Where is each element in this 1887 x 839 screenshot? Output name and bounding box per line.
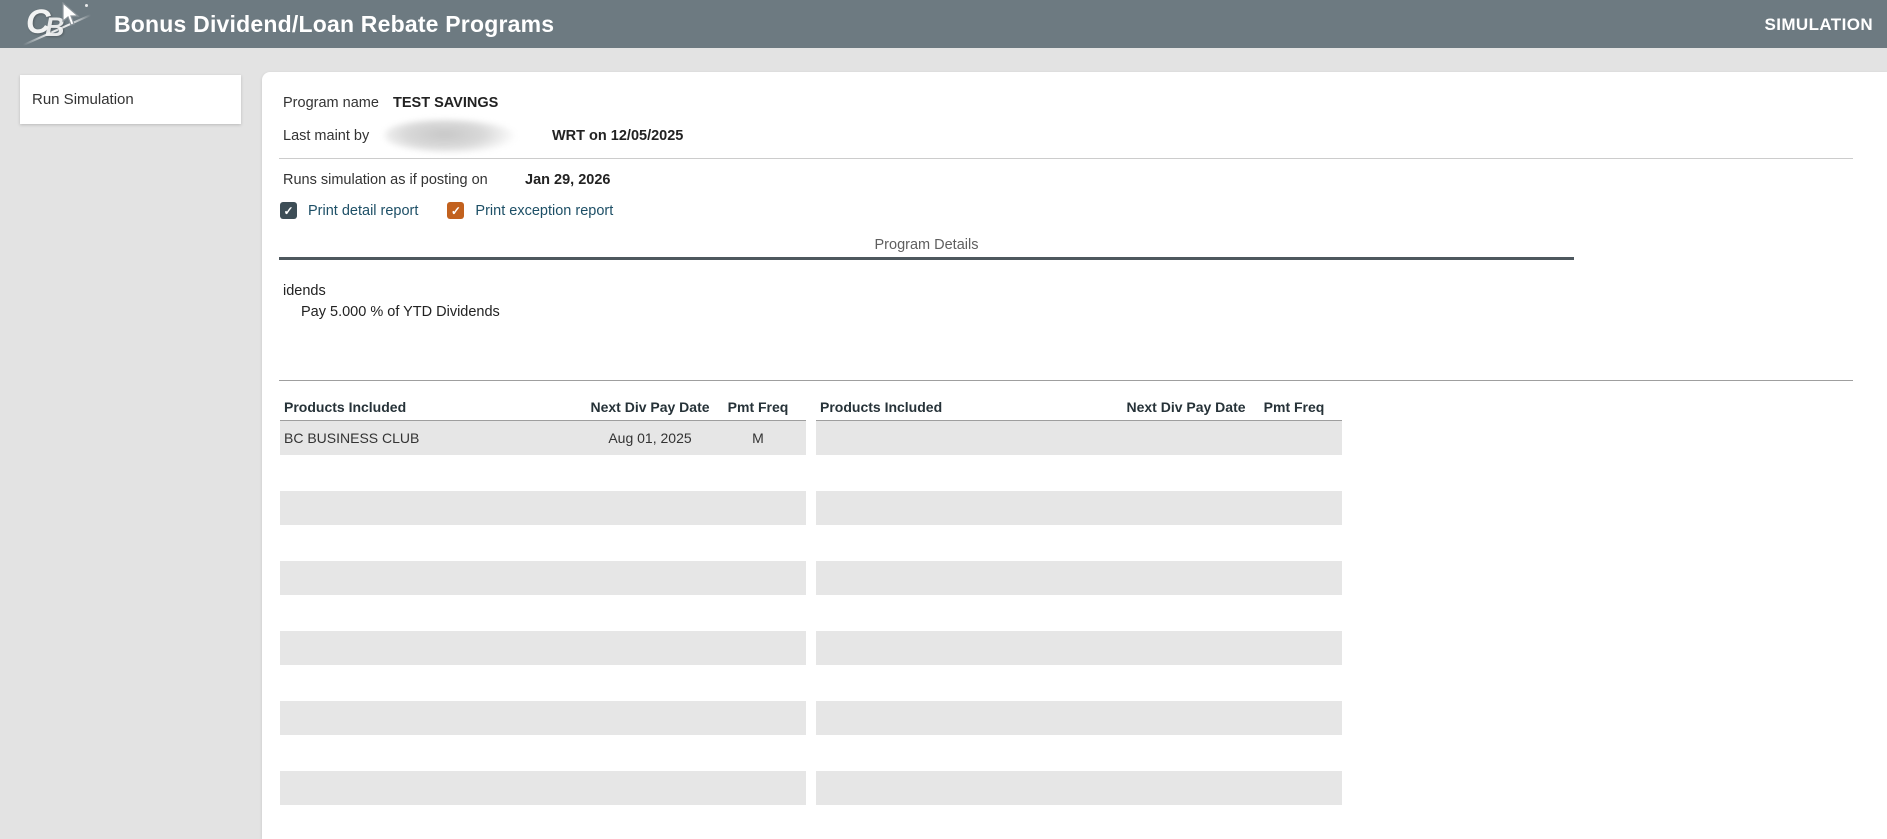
redacted-user-name	[385, 120, 517, 152]
products-table-right: Products Included Next Div Pay Date Pmt …	[816, 399, 1342, 805]
print-exception-report-checkbox[interactable]	[447, 202, 464, 219]
table-body: BC BUSINESS CLUB Aug 01, 2025 M	[280, 420, 806, 805]
app-header: C B Bonus Dividend/Loan Rebate Programs …	[0, 0, 1887, 48]
simulation-mode-badge: SIMULATION	[1764, 0, 1873, 50]
program-description-line1: idends	[283, 283, 326, 299]
program-details-section-title: Program Details	[279, 237, 1574, 253]
program-name-value: TEST SAVINGS	[393, 95, 498, 111]
table-row[interactable]	[816, 561, 1342, 595]
table-row[interactable]	[280, 631, 806, 665]
table-row[interactable]	[816, 491, 1342, 525]
sidebar-item-run-simulation[interactable]: Run Simulation	[20, 75, 241, 124]
table-row[interactable]	[816, 701, 1342, 735]
table-body	[816, 420, 1342, 805]
table-row[interactable]	[280, 771, 806, 805]
print-detail-report-checkbox[interactable]	[280, 202, 297, 219]
divider	[279, 380, 1853, 381]
mouse-cursor-icon	[60, 2, 84, 28]
column-header-next-div-pay-date: Next Div Pay Date	[590, 399, 710, 415]
page-title: Bonus Dividend/Loan Rebate Programs	[114, 0, 554, 48]
column-header-products-included: Products Included	[816, 399, 1126, 415]
last-maint-value: WRT on 12/05/2025	[552, 128, 683, 144]
table-row[interactable]	[280, 491, 806, 525]
column-header-next-div-pay-date: Next Div Pay Date	[1126, 399, 1246, 415]
cell-next-div-pay-date: Aug 01, 2025	[590, 430, 710, 446]
cell-product: BC BUSINESS CLUB	[280, 430, 590, 446]
table-row[interactable]	[816, 631, 1342, 665]
run-simulation-label: Run Simulation	[32, 91, 134, 108]
program-description-line2: Pay 5.000 % of YTD Dividends	[301, 304, 500, 320]
column-header-pmt-freq: Pmt Freq	[710, 399, 806, 415]
products-tables: Products Included Next Div Pay Date Pmt …	[280, 399, 1352, 805]
table-row[interactable]	[816, 771, 1342, 805]
table-row[interactable]	[816, 421, 1342, 455]
products-table-left: Products Included Next Div Pay Date Pmt …	[280, 399, 806, 805]
table-row[interactable]	[280, 561, 806, 595]
print-exception-report-label: Print exception report	[475, 203, 613, 219]
program-name-label: Program name	[283, 95, 393, 111]
last-maint-label: Last maint by	[283, 128, 385, 144]
cell-pmt-freq: M	[710, 430, 806, 446]
column-header-pmt-freq: Pmt Freq	[1246, 399, 1342, 415]
table-header-row: Products Included Next Div Pay Date Pmt …	[816, 399, 1342, 420]
column-header-products-included: Products Included	[280, 399, 590, 415]
table-header-row: Products Included Next Div Pay Date Pmt …	[280, 399, 806, 420]
posting-date-label: Runs simulation as if posting on	[283, 172, 525, 188]
table-row[interactable]	[280, 701, 806, 735]
posting-date-value: Jan 29, 2026	[525, 172, 610, 188]
print-detail-report-label: Print detail report	[308, 203, 418, 219]
divider	[279, 158, 1853, 159]
section-divider	[279, 257, 1574, 260]
main-content-card: Program name TEST SAVINGS Last maint by …	[262, 72, 1887, 839]
table-row[interactable]: BC BUSINESS CLUB Aug 01, 2025 M	[280, 421, 806, 455]
